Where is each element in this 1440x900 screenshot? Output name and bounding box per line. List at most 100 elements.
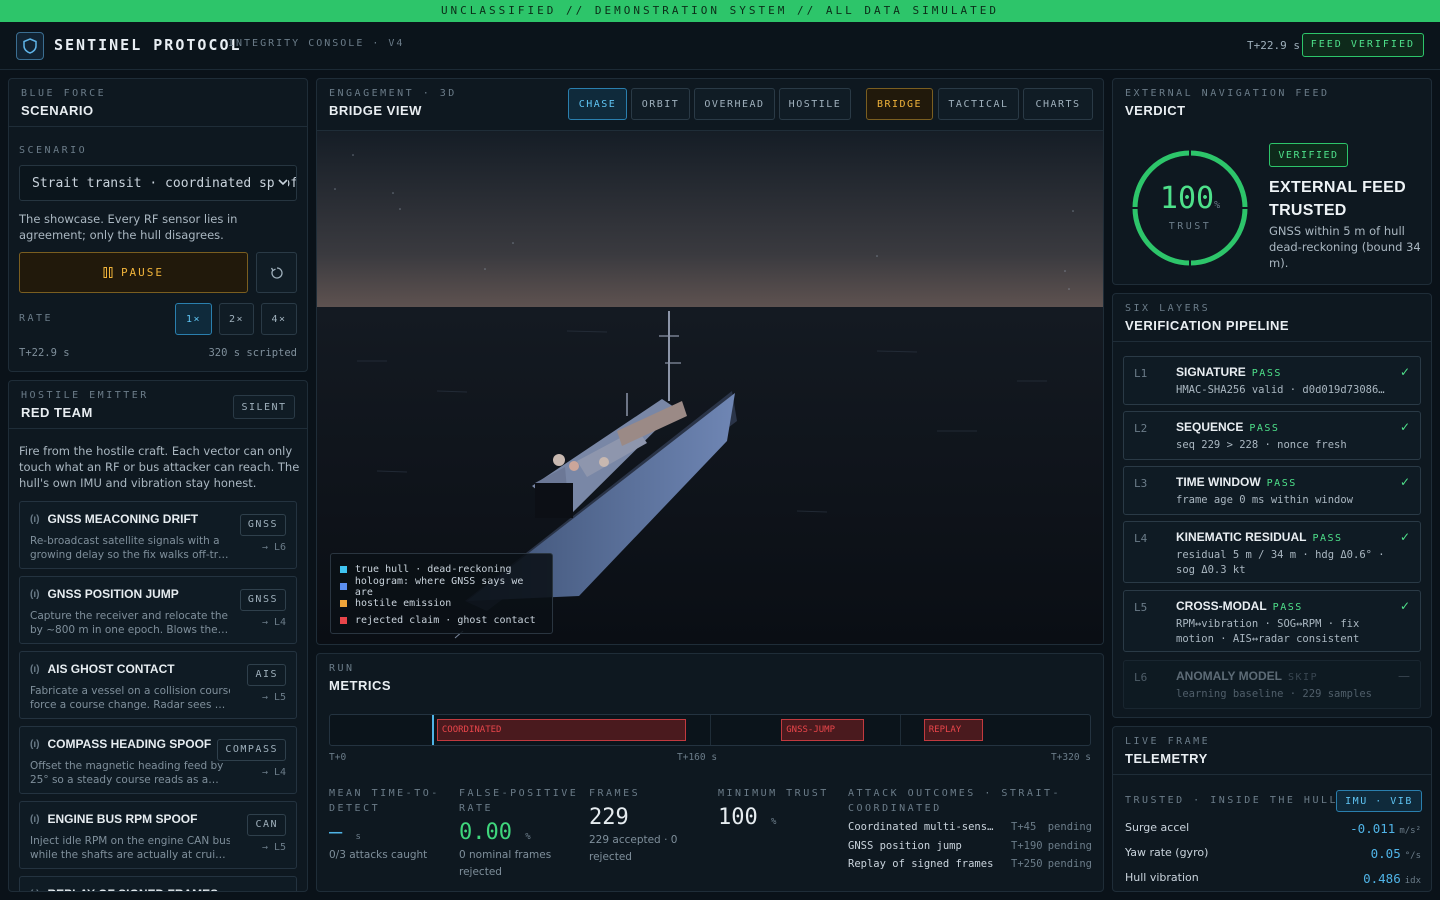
telemetry-number: 0.486 [1363,871,1401,886]
telemetry-label: Surge accel [1125,821,1190,834]
timeline-event[interactable]: REPLAY [923,719,984,741]
broadcast-icon: (ı) [30,813,40,825]
rate-1x-button[interactable]: 1× [175,303,212,335]
layer-id: L5 [1134,601,1148,614]
pipeline-layer[interactable]: L5 CROSS-MODAL PASS RPM↔vibration · SOG↔RPM… [1123,590,1421,652]
attack-card[interactable]: (ı) GNSS POSITION JUMP Capture the receive… [19,576,297,644]
layer-header: ANOMALY MODEL SKIP [1176,669,1410,683]
emitter-status-badge: SILENT [233,395,295,419]
verdict-headline-line2: TRUSTED [1269,202,1347,219]
red-team-panel: HOSTILE EMITTER RED TEAM SILENT Fire from… [8,380,308,892]
pipeline-layer[interactable]: L6 ANOMALY MODEL SKIP learning baseline · 2… [1123,660,1421,709]
attack-name: ENGINE BUS RPM SPOOF [47,812,198,826]
layer-id: L1 [1134,367,1148,380]
layer-status: PASS [1249,423,1280,434]
check-icon: ✓ [1399,530,1410,544]
legend-item: hologram: where GNSS says we are [340,576,543,598]
pipeline-layer[interactable]: L3 TIME WINDOW PASS frame age 0 ms within w… [1123,466,1421,515]
layer-id: L4 [1134,532,1148,545]
timeline-track[interactable]: COORDINATED GNSS-JUMP REPLAY [329,714,1091,746]
rate-label: RATE [19,313,54,324]
rate-2x-button[interactable]: 2× [219,303,254,335]
view-charts-button[interactable]: CHARTS [1023,88,1093,120]
attack-name: GNSS MEACONING DRIFT [47,512,199,526]
telemetry-value: -0.011 m/s² [1350,821,1421,836]
verdict-panel: EXTERNAL NAVIGATION FEED VERDICT 100% TRU… [1112,78,1432,285]
verdict-headline: EXTERNAL FEED TRUSTED [1269,176,1406,222]
attack-target-layer: → L5 [261,842,286,853]
attack-card[interactable]: (ı) GNSS MEACONING DRIFT Re-broadcast sate… [19,501,297,569]
pipeline-layer[interactable]: L1 SIGNATURE PASS HMAC-SHA256 valid · d0d01… [1123,356,1421,405]
layer-detail: RPM↔vibration · SOG↔RPM · fix motion · AI… [1176,617,1410,647]
camera-hostile-button[interactable]: HOSTILE [779,88,851,120]
panel-eyebrow: BLUE FORCE [21,88,107,99]
layer-name: KINEMATIC RESIDUAL [1176,530,1307,544]
view-bridge-button[interactable]: BRIDGE [866,88,933,120]
telemetry-row: Hull vibration 0.486 idx [1125,871,1421,886]
attack-target-layer: → L6 [261,542,286,553]
view-tactical-button[interactable]: TACTICAL [938,88,1019,120]
feed-status-badge: FEED VERIFIED [1301,33,1424,57]
telemetry-number: 0.05 [1370,846,1401,861]
layer-id: L6 [1134,671,1148,684]
attack-card[interactable]: (ı) REPLAY OF SIGNED FRAMES [19,876,297,892]
layer-detail-line: sog Δ0.3 kt [1176,564,1246,576]
camera-orbit-button[interactable]: ORBIT [631,88,690,120]
layer-detail-line: seq 229 > 228 · nonce fresh [1176,439,1347,451]
metric-sub: 0/3 attacks caught [329,849,428,861]
viewport-legend: true hull · dead-reckoning hologram: wher… [330,553,553,634]
legend-swatch [340,566,347,573]
scenario-label: SCENARIO [19,145,88,156]
reset-button[interactable] [256,252,297,293]
telemetry-row: Yaw rate (gyro) 0.05 °/s [1125,846,1421,861]
engagement-panel: ENGAGEMENT · 3D BRIDGE VIEW CHASE ORBIT O… [316,78,1104,645]
outcome-status: pending [1047,821,1092,833]
telemetry-row: Surge accel -0.011 m/s² [1125,821,1421,836]
timeline-divider [710,715,711,745]
dash-icon: — [1398,669,1410,683]
attack-name: COMPASS HEADING SPOOF [47,737,212,751]
attack-card[interactable]: (ı) AIS GHOST CONTACT Fabricate a vessel o… [19,651,297,719]
timeline-event[interactable]: GNSS-JUMP [781,719,865,741]
outcome-name: Coordinated multi-sensor spoof [848,821,998,833]
attack-card[interactable]: (ı) COMPASS HEADING SPOOF Offset the magne… [19,726,297,794]
metric-fpr: FALSE-POSITIVE RATE 0.00 % 0 nominal fra… [459,786,579,881]
layer-detail-line: frame age 0 ms within window [1176,494,1354,506]
metric-unit: s [355,832,361,842]
metric-sub: 229 accepted · 0 rejected [589,834,678,863]
shield-logo-icon [16,32,44,60]
attack-description: Inject idle RPM on the engine CAN bus [30,835,230,847]
pipeline-layer[interactable]: L4 KINEMATIC RESIDUAL PASS residual 5 m / 3… [1123,521,1421,583]
layer-detail: frame age 0 ms within window [1176,493,1410,508]
panel-title: VERDICT [1125,103,1186,118]
app-subtitle: INTEGRITY CONSOLE · V4 [228,38,405,49]
outcome-time: T+190 [1011,839,1043,852]
timeline-event[interactable]: COORDINATED [436,719,687,741]
attack-description-more: while the shafts are actually at cruise. [30,849,230,861]
broadcast-icon: (ı) [30,889,39,892]
attack-card[interactable]: (ı) ENGINE BUS RPM SPOOF Inject idle RPM o… [19,801,297,869]
pipeline-layer[interactable]: L2 SEQUENCE PASS seq 229 > 228 · nonce fres… [1123,411,1421,460]
telemetry-label: Hull vibration [1125,871,1199,884]
camera-chase-button[interactable]: CHASE [568,88,627,120]
verdict-badge: VERIFIED [1269,143,1348,167]
metric-unit: % [771,817,777,827]
telemetry-label: Yaw rate (gyro) [1125,846,1209,859]
layer-name: ANOMALY MODEL [1176,669,1283,683]
check-icon: ✓ [1399,475,1410,489]
metric-value: 100 [718,805,758,830]
legend-swatch [340,600,347,607]
broadcast-icon: (ı) [30,738,40,750]
metric-mttd: MEAN TIME-TO-DETECT — s 0/3 attacks caug… [329,786,447,864]
metric-label: MEAN TIME-TO-DETECT [329,788,440,814]
rate-4x-button[interactable]: 4× [261,303,297,335]
timeline-start: T+0 [329,752,347,763]
scenario-select[interactable]: Strait transit · coordinated spoof [19,165,297,201]
layer-detail-line: HMAC-SHA256 valid · d0d019d73086… [1176,384,1385,396]
camera-overhead-button[interactable]: OVERHEAD [694,88,775,120]
pause-button[interactable]: PAUSE [19,252,248,293]
3d-viewport[interactable]: true hull · dead-reckoning hologram: wher… [317,131,1103,644]
timeline-cursor[interactable] [432,715,435,745]
pause-icon [103,267,113,278]
legend-item: hostile emission [340,595,543,612]
